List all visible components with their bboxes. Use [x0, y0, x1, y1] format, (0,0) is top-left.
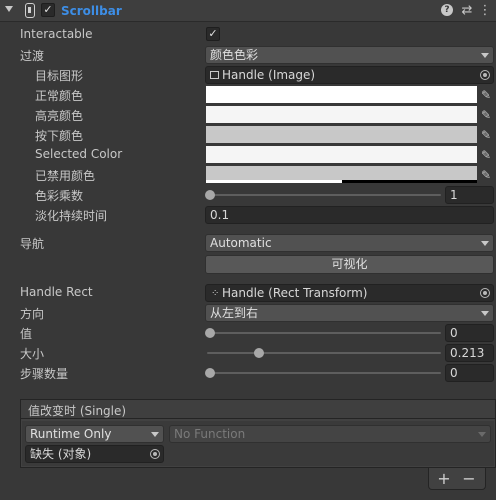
pressed-color-swatch[interactable]	[206, 126, 477, 143]
preset-icon[interactable]: ⇄	[460, 4, 474, 18]
alpha-bar	[206, 180, 342, 183]
handle-rect-field[interactable]: ⁘ Handle (Rect Transform)	[205, 284, 494, 302]
component-header: ✓ Scrollbar ? ⇄ ⋮	[0, 0, 496, 22]
image-icon	[210, 71, 219, 79]
target-graphic-label: 目标图形	[35, 69, 84, 83]
component-enabled-checkbox[interactable]: ✓	[41, 3, 55, 17]
size-input[interactable]: 0.213	[445, 344, 494, 362]
handle-rect-value: Handle (Rect Transform)	[222, 286, 368, 300]
event-header: 值改变时 (Single)	[20, 399, 496, 419]
normal-color-swatch[interactable]	[206, 86, 477, 103]
object-picker-icon[interactable]	[480, 288, 490, 298]
object-picker-icon[interactable]	[480, 70, 490, 80]
disabled-color-label: 已禁用颜色	[35, 169, 96, 183]
remove-listener-button[interactable]: −	[461, 470, 477, 488]
normal-color-label: 正常颜色	[35, 89, 84, 103]
chevron-down-icon	[481, 241, 489, 246]
component-title: Scrollbar	[61, 4, 122, 18]
target-graphic-value: Handle (Image)	[222, 68, 316, 82]
eyedropper-icon[interactable]: ✎	[481, 88, 493, 102]
color-multiplier-label: 色彩乘数	[35, 189, 84, 203]
transition-label: 过渡	[20, 49, 45, 63]
event-title: 值改变时 (Single)	[28, 404, 127, 418]
help-icon[interactable]: ?	[440, 4, 454, 18]
chevron-down-icon	[478, 432, 486, 437]
chevron-down-icon	[481, 311, 489, 316]
function-value: No Function	[174, 427, 246, 441]
direction-dropdown[interactable]: 从左到右	[205, 304, 494, 322]
event-target-object-value: 缺失 (对象)	[30, 447, 92, 461]
size-label: 大小	[20, 347, 45, 361]
alpha-bar-remainder	[342, 180, 477, 183]
eyedropper-icon[interactable]: ✎	[481, 108, 493, 122]
runtime-mode-value: Runtime Only	[30, 427, 112, 441]
size-slider-thumb[interactable]	[254, 348, 264, 358]
value-label: 值	[20, 327, 33, 341]
eyedropper-icon[interactable]: ✎	[481, 128, 493, 142]
function-dropdown: No Function	[169, 425, 491, 443]
navigation-value: Automatic	[210, 236, 272, 250]
navigation-dropdown[interactable]: Automatic	[205, 234, 494, 252]
eyedropper-icon[interactable]: ✎	[481, 168, 493, 182]
interactable-checkbox[interactable]: ✓	[206, 27, 220, 41]
runtime-mode-dropdown[interactable]: Runtime Only	[25, 425, 164, 443]
navigation-label: 导航	[20, 237, 45, 251]
event-target-object-field[interactable]: 缺失 (对象)	[25, 445, 164, 463]
number-of-steps-label: 步骤数量	[20, 367, 69, 381]
rect-transform-icon: ⁘	[211, 288, 220, 299]
color-multiplier-input[interactable]: 1	[445, 186, 494, 204]
chevron-down-icon	[481, 53, 489, 58]
value-slider-track[interactable]	[207, 332, 441, 334]
color-multiplier-slider-track[interactable]	[207, 194, 441, 196]
object-picker-icon[interactable]	[150, 449, 160, 459]
steps-slider-track[interactable]	[207, 372, 441, 374]
pressed-color-label: 按下颜色	[35, 129, 84, 143]
visualize-button[interactable]: 可视化	[205, 255, 494, 274]
chevron-down-icon	[151, 432, 159, 437]
highlighted-color-swatch[interactable]	[206, 106, 477, 123]
foldout-arrow-icon[interactable]	[5, 6, 13, 12]
handle-rect-label: Handle Rect	[20, 285, 93, 299]
value-slider-thumb[interactable]	[205, 328, 215, 338]
steps-input[interactable]: 0	[445, 364, 494, 382]
fade-duration-input[interactable]: 0.1	[205, 206, 494, 224]
size-slider-track[interactable]	[207, 352, 441, 354]
transition-value: 颜色色彩	[210, 48, 259, 62]
value-input[interactable]: 0	[445, 324, 494, 342]
highlighted-color-label: 高亮颜色	[35, 109, 84, 123]
direction-value: 从左到右	[210, 306, 259, 320]
add-listener-button[interactable]: +	[436, 470, 452, 488]
transition-dropdown[interactable]: 颜色色彩	[205, 46, 494, 64]
eyedropper-icon[interactable]: ✎	[481, 148, 493, 162]
disabled-color-swatch[interactable]	[206, 166, 477, 183]
selected-color-label: Selected Color	[35, 147, 123, 161]
color-multiplier-slider-thumb[interactable]	[205, 190, 215, 200]
target-graphic-field[interactable]: Handle (Image)	[205, 66, 494, 84]
steps-slider-thumb[interactable]	[205, 368, 215, 378]
fade-duration-label: 淡化持续时间	[35, 209, 108, 223]
interactable-label: Interactable	[20, 27, 93, 41]
context-menu-icon[interactable]: ⋮	[478, 4, 492, 18]
selected-color-swatch[interactable]	[206, 146, 477, 163]
script-icon	[25, 3, 35, 18]
direction-label: 方向	[20, 307, 45, 321]
